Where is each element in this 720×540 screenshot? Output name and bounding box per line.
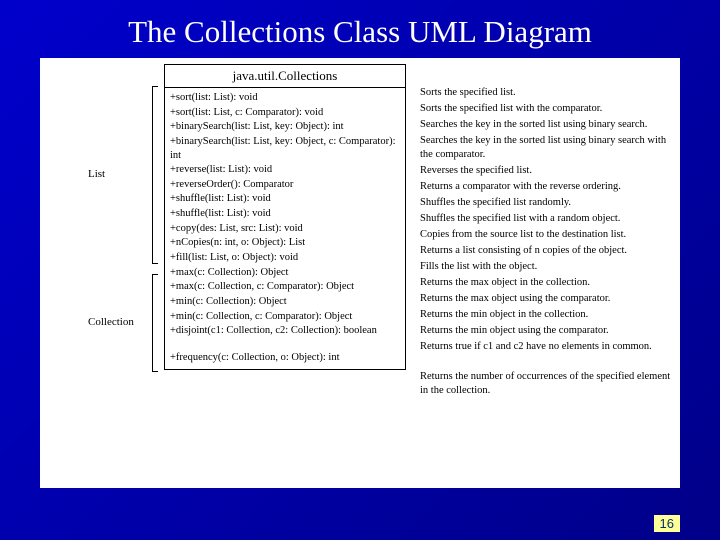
method-sig: +fill(list: List, o: Object): void (170, 251, 406, 265)
method-sig: +sort(list: List): void (170, 91, 406, 105)
method-sig: +reverseOrder(): Comparator (170, 178, 406, 192)
method-sig: +binarySearch(list: List, key: Object): … (170, 120, 406, 134)
method-desc: Copies from the source list to the desti… (420, 228, 680, 242)
method-sig: +copy(des: List, src: List): void (170, 222, 406, 236)
uml-class-name: java.util.Collections (164, 64, 406, 88)
method-desc: Returns the min object in the collection… (420, 308, 680, 322)
method-desc: Searches the key in the sorted list usin… (420, 134, 680, 161)
collection-bracket (152, 274, 158, 372)
method-desc: Shuffles the specified list randomly. (420, 196, 680, 210)
list-label: List (88, 168, 105, 180)
method-desc: Returns the min object using the compara… (420, 324, 680, 338)
uml-members-box: +sort(list: List): void +sort(list: List… (164, 88, 406, 370)
method-desc: Reverses the specified list. (420, 164, 680, 178)
method-sig: +min(c: Collection): Object (170, 295, 406, 309)
method-desc: Returns a list consisting of n copies of… (420, 244, 680, 258)
page-number: 16 (654, 515, 680, 532)
method-sig: +disjoint(c1: Collection, c2: Collection… (170, 324, 406, 350)
method-sig: +frequency(c: Collection, o: Object): in… (170, 351, 406, 365)
method-sig: +binarySearch(list: List, key: Object, c… (170, 135, 406, 162)
method-desc: Returns a comparator with the reverse or… (420, 180, 680, 194)
method-desc: Searches the key in the sorted list usin… (420, 118, 680, 132)
method-desc: Returns the max object using the compara… (420, 292, 680, 306)
method-sig: +shuffle(list: List): void (170, 207, 406, 221)
method-sig: +nCopies(n: int, o: Object): List (170, 236, 406, 250)
method-desc: Shuffles the specified list with a rando… (420, 212, 680, 226)
collection-label: Collection (88, 316, 134, 328)
method-sig: +shuffle(list: List): void (170, 192, 406, 206)
method-sig: +min(c: Collection, c: Comparator): Obje… (170, 310, 406, 324)
method-sig: +max(c: Collection): Object (170, 266, 406, 280)
method-desc: Fills the list with the object. (420, 260, 680, 274)
method-desc: Sorts the specified list with the compar… (420, 102, 680, 116)
diagram-container: java.util.Collections +sort(list: List):… (40, 58, 680, 488)
slide-title: The Collections Class UML Diagram (0, 0, 720, 58)
method-desc: Sorts the specified list. (420, 86, 680, 100)
method-desc: Returns the max object in the collection… (420, 276, 680, 290)
method-sig: +max(c: Collection, c: Comparator): Obje… (170, 280, 406, 294)
list-bracket (152, 86, 158, 264)
method-desc: Returns true if c1 and c2 have no elemen… (420, 340, 680, 354)
method-sig: +sort(list: List, c: Comparator): void (170, 106, 406, 120)
method-desc: Returns the number of occurrences of the… (420, 370, 680, 397)
method-sig: +reverse(list: List): void (170, 163, 406, 177)
